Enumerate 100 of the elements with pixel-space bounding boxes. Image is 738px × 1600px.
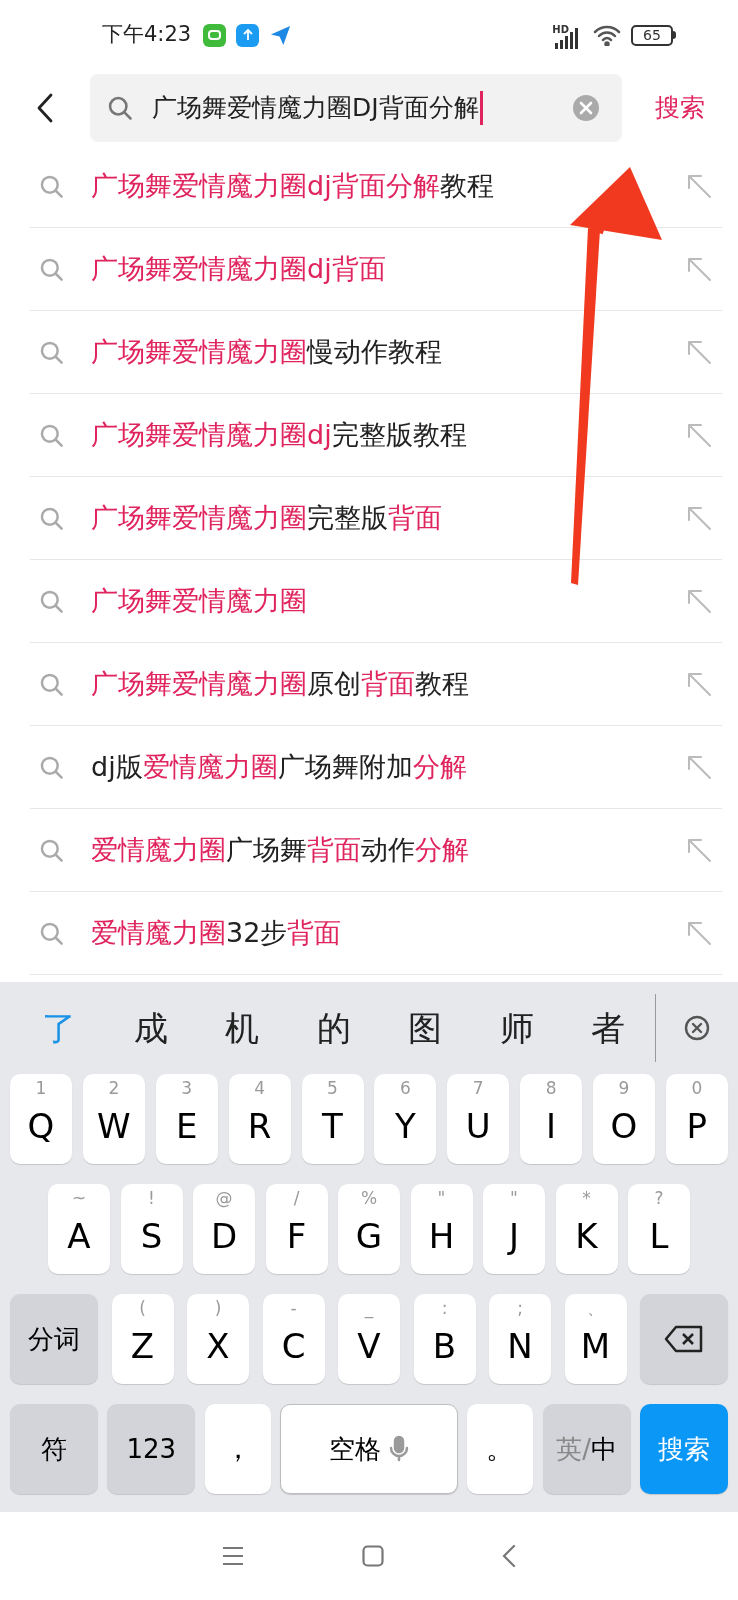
- letter-key[interactable]: : B: [413, 1294, 476, 1384]
- letter-key[interactable]: 0 P: [665, 1074, 728, 1164]
- send-icon: [269, 23, 293, 47]
- letter-key[interactable]: " H: [410, 1184, 473, 1274]
- letter-key[interactable]: ~ A: [48, 1184, 110, 1274]
- key-label: T: [322, 1109, 343, 1143]
- back-icon[interactable]: [502, 1544, 516, 1568]
- letter-key[interactable]: 9 O: [593, 1074, 655, 1164]
- key-hint: 9: [618, 1080, 630, 1097]
- letter-key[interactable]: 、 M: [564, 1294, 627, 1384]
- fill-in-icon[interactable]: [686, 920, 712, 946]
- letter-key[interactable]: 1 Q: [10, 1074, 72, 1164]
- fill-in-icon[interactable]: [686, 256, 712, 282]
- fill-in-icon[interactable]: [686, 588, 712, 614]
- letter-key[interactable]: 3 E: [155, 1074, 218, 1164]
- function-key[interactable]: 符: [10, 1404, 98, 1494]
- fill-in-icon[interactable]: [686, 505, 712, 531]
- key-hint: %: [360, 1190, 378, 1207]
- key-label: S: [140, 1219, 163, 1253]
- fill-in-icon[interactable]: [686, 422, 712, 448]
- candidate-word[interactable]: 者: [569, 1002, 647, 1054]
- key-label: A: [67, 1219, 91, 1253]
- letter-key[interactable]: 4 R: [228, 1074, 291, 1164]
- letter-key[interactable]: 8 I: [520, 1074, 583, 1164]
- fill-in-icon[interactable]: [686, 671, 712, 697]
- letter-key[interactable]: ? L: [628, 1184, 690, 1274]
- function-key[interactable]: 123: [107, 1404, 196, 1494]
- suggestion-item[interactable]: 爱情魔力圈广场舞背面动作分解: [30, 809, 722, 892]
- key-hint: 7: [472, 1080, 484, 1097]
- letter-key[interactable]: ; N: [489, 1294, 551, 1384]
- letter-key[interactable]: _ V: [338, 1294, 400, 1384]
- active-language: 中: [591, 1432, 617, 1466]
- language-key[interactable]: 英/中: [542, 1404, 631, 1494]
- suggestion-item[interactable]: 广场舞爱情魔力圈原创背面教程: [30, 643, 722, 726]
- clear-icon[interactable]: [572, 93, 600, 122]
- key-label: L: [649, 1219, 669, 1253]
- punctuation-key[interactable]: ，: [204, 1404, 271, 1494]
- suggestion-text: 爱情魔力圈32步背面: [91, 915, 342, 950]
- key-label: V: [357, 1329, 381, 1363]
- backspace-icon: [664, 1324, 704, 1354]
- back-icon: [36, 91, 54, 124]
- candidate-word[interactable]: 图: [386, 1002, 464, 1054]
- space-key[interactable]: 空格: [280, 1404, 458, 1494]
- status-time: 下午4:23: [102, 21, 192, 49]
- letter-key[interactable]: * K: [555, 1184, 618, 1274]
- key-label: X: [206, 1329, 230, 1363]
- key-hint: ": [510, 1190, 518, 1207]
- menu-icon[interactable]: [222, 1546, 244, 1566]
- key-hint: 8: [545, 1080, 557, 1097]
- key-label: P: [686, 1109, 708, 1143]
- key-label: N: [507, 1329, 533, 1363]
- letter-key[interactable]: ) X: [187, 1294, 249, 1384]
- candidate-word[interactable]: 师: [477, 1002, 556, 1054]
- letter-key[interactable]: " J: [483, 1184, 545, 1274]
- candidate-word[interactable]: 成: [111, 1002, 190, 1054]
- key-label: D: [210, 1219, 238, 1253]
- key-label: M: [580, 1329, 611, 1363]
- suggestion-text: 广场舞爱情魔力圈: [91, 583, 307, 618]
- key-hint: (: [139, 1300, 146, 1317]
- suggestion-item[interactable]: 爱情魔力圈32步背面: [30, 892, 722, 975]
- letter-key[interactable]: / F: [265, 1184, 328, 1274]
- key-label: Q: [27, 1109, 55, 1143]
- close-icon[interactable]: [684, 1015, 710, 1041]
- key-label: B: [432, 1329, 457, 1363]
- key-label: W: [97, 1109, 131, 1143]
- letter-key[interactable]: 6 Y: [374, 1074, 437, 1164]
- letter-key[interactable]: % G: [338, 1184, 400, 1274]
- fill-in-icon[interactable]: [686, 837, 712, 863]
- candidate-word[interactable]: 机: [203, 1002, 281, 1054]
- key-label: F: [286, 1219, 307, 1253]
- search-field[interactable]: 广场舞爱情魔力圈DJ背面分解: [90, 73, 622, 142]
- battery-level: 65: [643, 28, 661, 42]
- key-hint: /: [293, 1190, 300, 1207]
- microphone-icon: [389, 1435, 409, 1463]
- fill-in-icon[interactable]: [686, 754, 712, 780]
- home-icon[interactable]: [362, 1545, 384, 1567]
- key-hint: 2: [108, 1080, 120, 1097]
- letter-key[interactable]: 7 U: [447, 1074, 510, 1164]
- letter-key[interactable]: - C: [262, 1294, 325, 1384]
- key-hint: 1: [35, 1080, 47, 1097]
- suggestion-text: 广场舞爱情魔力圈完整版背面: [91, 500, 442, 535]
- text-cursor: [479, 90, 483, 125]
- fill-in-icon[interactable]: [686, 339, 712, 365]
- fill-in-icon[interactable]: [686, 173, 712, 199]
- letter-key[interactable]: 2 W: [82, 1074, 145, 1164]
- key-hint: ): [214, 1300, 222, 1317]
- search-button[interactable]: 搜索: [622, 88, 738, 127]
- letter-key[interactable]: 5 T: [301, 1074, 364, 1164]
- candidate-word[interactable]: 的: [294, 1002, 373, 1054]
- punctuation-key[interactable]: 。: [467, 1404, 534, 1494]
- letter-key[interactable]: ( Z: [111, 1294, 174, 1384]
- suggestion-text: 广场舞爱情魔力圈dj背面: [91, 251, 386, 286]
- app-icon: [203, 23, 227, 47]
- letter-key[interactable]: @ D: [193, 1184, 255, 1274]
- search-value: 广场舞爱情魔力圈DJ背面分解: [152, 91, 479, 124]
- function-key[interactable]: 分词: [10, 1294, 98, 1384]
- letter-key[interactable]: ! S: [120, 1184, 183, 1274]
- key-hint: ~: [71, 1190, 87, 1207]
- backspace-key[interactable]: [640, 1294, 728, 1384]
- suggestion-item[interactable]: dj版爱情魔力圈广场舞附加分解: [30, 726, 722, 809]
